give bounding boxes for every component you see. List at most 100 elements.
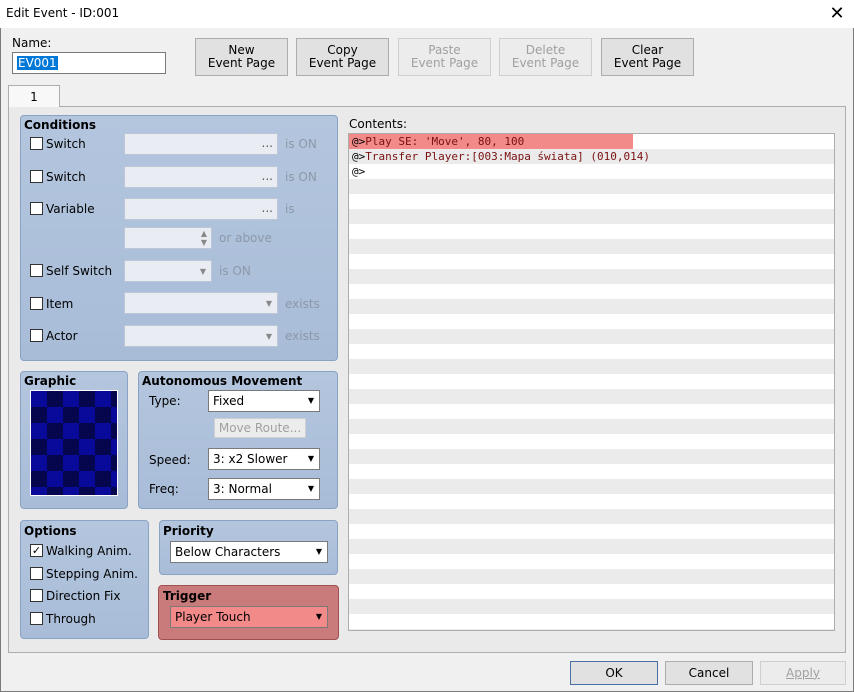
variable-checkbox[interactable]	[30, 202, 43, 215]
type-label: Type:	[149, 394, 181, 408]
move-route-button[interactable]: Move Route...	[214, 418, 306, 438]
empty-row[interactable]	[349, 614, 834, 629]
actor-checkbox[interactable]	[30, 329, 43, 342]
empty-row[interactable]	[349, 224, 834, 239]
list-item[interactable]: @>Play SE: 'Move', 80, 100	[349, 134, 633, 149]
close-icon[interactable]: ✕	[822, 2, 852, 26]
through-label: Through	[46, 612, 96, 626]
switch2-checkbox[interactable]	[30, 170, 43, 183]
empty-row[interactable]	[349, 329, 834, 344]
actor-suffix: exists	[285, 329, 320, 343]
self-switch-dropdown[interactable]: ▼	[124, 260, 212, 282]
through-checkbox[interactable]	[30, 612, 43, 625]
contents-list[interactable]: @>Play SE: 'Move', 80, 100 @>Transfer Pl…	[348, 133, 835, 631]
empty-row[interactable]	[349, 194, 834, 209]
cancel-button[interactable]: Cancel	[665, 661, 753, 685]
empty-row[interactable]	[349, 434, 834, 449]
chevron-down-icon: ▼	[315, 612, 322, 621]
empty-row[interactable]	[349, 299, 834, 314]
empty-row[interactable]	[349, 314, 834, 329]
switch1-checkbox[interactable]	[30, 137, 43, 150]
freq-dropdown[interactable]: 3: Normal ▼	[208, 478, 320, 500]
empty-row[interactable]	[349, 269, 834, 284]
switch2-suffix: is ON	[285, 170, 317, 184]
trigger-dropdown[interactable]: Player Touch ▼	[170, 606, 328, 628]
command-text: Transfer Player:[003:Mapa świata] (010,0…	[365, 150, 651, 163]
autonomous-movement-title: Autonomous Movement	[142, 374, 303, 388]
name-label: Name:	[12, 36, 52, 50]
options-title: Options	[24, 524, 77, 538]
actor-label: Actor	[46, 329, 78, 343]
speed-dropdown[interactable]: 3: x2 Slower ▼	[208, 448, 320, 470]
graphic-preview[interactable]	[30, 390, 118, 496]
empty-row[interactable]	[349, 344, 834, 359]
command-prefix: @>	[352, 165, 366, 178]
priority-value: Below Characters	[175, 545, 281, 559]
new-event-page-button[interactable]: New Event Page	[195, 38, 288, 76]
switch2-label: Switch	[46, 170, 86, 184]
empty-row[interactable]	[349, 494, 834, 509]
empty-row[interactable]	[349, 179, 834, 194]
empty-row[interactable]	[349, 254, 834, 269]
empty-row[interactable]	[349, 584, 834, 599]
walking-anim-checkbox[interactable]: ✓	[30, 544, 43, 557]
list-item[interactable]: @>Transfer Player:[003:Mapa świata] (010…	[349, 149, 834, 164]
stepping-anim-checkbox[interactable]	[30, 567, 43, 580]
chevron-down-icon: ▼	[265, 299, 272, 308]
contents-label: Contents:	[349, 117, 408, 131]
chevron-down-icon: ▼	[315, 547, 322, 556]
empty-row[interactable]	[349, 284, 834, 299]
empty-rows	[349, 179, 834, 630]
empty-row[interactable]	[349, 554, 834, 569]
priority-dropdown[interactable]: Below Characters ▼	[170, 541, 328, 563]
switch1-suffix: is ON	[285, 137, 317, 151]
variable-field[interactable]: ...	[124, 198, 278, 220]
empty-row[interactable]	[349, 524, 834, 539]
freq-value: 3: Normal	[213, 482, 272, 496]
empty-row[interactable]	[349, 569, 834, 584]
empty-row[interactable]	[349, 239, 834, 254]
apply-button[interactable]: Apply	[760, 661, 846, 685]
freq-label: Freq:	[149, 482, 179, 496]
empty-row[interactable]	[349, 389, 834, 404]
direction-fix-label: Direction Fix	[46, 589, 121, 603]
actor-dropdown[interactable]: ▼	[124, 325, 278, 347]
list-item[interactable]: @>	[349, 164, 834, 179]
empty-row[interactable]	[349, 509, 834, 524]
conditions-title: Conditions	[24, 118, 97, 132]
tab-page-1[interactable]: 1	[8, 85, 60, 107]
type-dropdown[interactable]: Fixed ▼	[208, 390, 320, 412]
switch1-field[interactable]: ...	[124, 133, 278, 155]
empty-row[interactable]	[349, 359, 834, 374]
item-suffix: exists	[285, 297, 320, 311]
empty-row[interactable]	[349, 464, 834, 479]
variable-value-spinner[interactable]: ▲ ▼	[124, 227, 212, 249]
item-dropdown[interactable]: ▼	[124, 292, 278, 314]
spinner-up-icon[interactable]: ▲	[201, 229, 207, 238]
empty-row[interactable]	[349, 419, 834, 434]
clear-event-page-button[interactable]: Clear Event Page	[601, 38, 694, 76]
item-checkbox[interactable]	[30, 297, 43, 310]
ok-button[interactable]: OK	[570, 661, 658, 685]
self-switch-checkbox[interactable]	[30, 264, 43, 277]
switch2-field[interactable]: ...	[124, 166, 278, 188]
spinner-down-icon[interactable]: ▼	[201, 238, 207, 247]
command-prefix: @>	[352, 150, 366, 163]
empty-row[interactable]	[349, 209, 834, 224]
type-value: Fixed	[213, 394, 245, 408]
direction-fix-checkbox[interactable]	[30, 589, 43, 602]
empty-row[interactable]	[349, 479, 834, 494]
delete-event-page-button[interactable]: Delete Event Page	[499, 38, 592, 76]
copy-event-page-button[interactable]: Copy Event Page	[296, 38, 389, 76]
name-field[interactable]: EV001	[12, 52, 166, 74]
chevron-down-icon: ▼	[265, 332, 272, 341]
item-label: Item	[46, 297, 74, 311]
paste-event-page-button[interactable]: Paste Event Page	[398, 38, 491, 76]
empty-row[interactable]	[349, 449, 834, 464]
empty-row[interactable]	[349, 404, 834, 419]
empty-row[interactable]	[349, 374, 834, 389]
empty-row[interactable]	[349, 539, 834, 554]
empty-row[interactable]	[349, 599, 834, 614]
empty-row[interactable]	[349, 629, 834, 630]
self-switch-suffix: is ON	[219, 264, 251, 278]
